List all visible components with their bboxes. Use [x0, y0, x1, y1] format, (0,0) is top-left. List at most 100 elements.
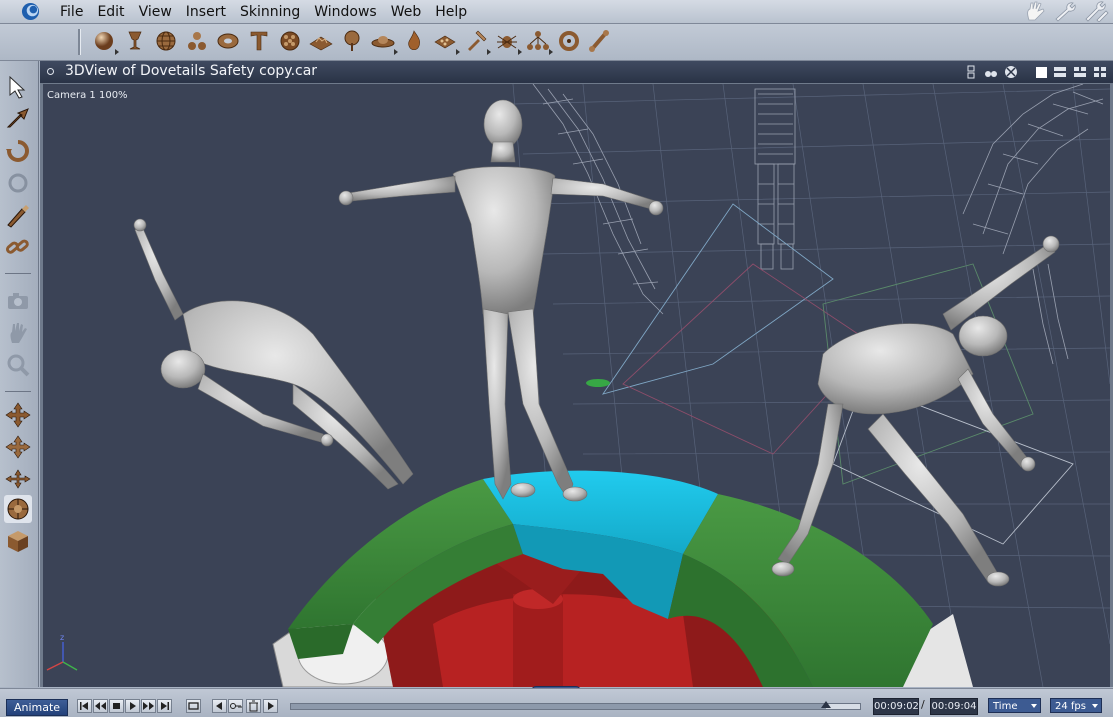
move-yz-icon[interactable]: [4, 465, 32, 493]
delete-key-button[interactable]: [246, 699, 261, 713]
layout-single-icon[interactable]: [1036, 66, 1047, 78]
select-arrow-icon[interactable]: [4, 73, 32, 101]
wireframe-figure-center: [754, 88, 796, 270]
menu-skinning[interactable]: Skinning: [233, 0, 307, 23]
prev-key-button[interactable]: [212, 699, 227, 713]
fire-icon[interactable]: [401, 28, 431, 56]
go-to-end-icon: [161, 702, 169, 710]
rewind-button[interactable]: [93, 699, 108, 713]
torus-icon[interactable]: [215, 28, 245, 56]
hierarchy-icon[interactable]: [525, 28, 555, 56]
view-controls: [964, 63, 1107, 81]
next-key-button[interactable]: [263, 699, 278, 713]
trackball-icon[interactable]: [4, 495, 32, 523]
axis-gizmo: z: [46, 633, 78, 671]
figure-left[interactable]: [133, 218, 414, 490]
fps-value: 24 fps: [1055, 701, 1086, 712]
stop-button[interactable]: [109, 699, 124, 713]
go-to-start-button[interactable]: [77, 699, 92, 713]
insert-toolbar: [0, 24, 1113, 61]
loop-icon: [188, 702, 199, 710]
window-menu-dot-icon[interactable]: [47, 68, 54, 75]
go-to-start-icon: [80, 702, 88, 710]
app-logo-icon[interactable]: [21, 2, 40, 21]
bones-icon[interactable]: [184, 28, 214, 56]
text-icon[interactable]: [246, 28, 276, 56]
toolbar-separator: [78, 29, 81, 55]
view-title-bar[interactable]: 3DView of Dovetails Safety copy.car: [40, 61, 1113, 83]
hand-pose-icon[interactable]: [1023, 0, 1049, 22]
tree-icon[interactable]: [339, 28, 369, 56]
menu-edit[interactable]: Edit: [90, 0, 131, 23]
gear-mechanism[interactable]: [272, 470, 973, 687]
bone-icon[interactable]: [587, 28, 617, 56]
time-mode-dropdown[interactable]: Time: [988, 698, 1041, 713]
menu-insert[interactable]: Insert: [179, 0, 233, 23]
next-key-icon: [268, 702, 274, 710]
play-icon: [130, 702, 136, 710]
ufo-icon[interactable]: [370, 28, 400, 56]
fast-forward-button[interactable]: [141, 699, 156, 713]
go-to-end-button[interactable]: [157, 699, 172, 713]
fps-dropdown[interactable]: 24 fps: [1050, 698, 1102, 713]
transform-arrow-icon[interactable]: [4, 105, 32, 133]
layout-three-icon[interactable]: [1073, 65, 1087, 79]
menu-view[interactable]: View: [132, 0, 179, 23]
layout-four-icon[interactable]: [1093, 65, 1107, 79]
menu-help[interactable]: Help: [428, 0, 474, 23]
render-settings-icon[interactable]: [1004, 65, 1018, 79]
edit-wrench-icon[interactable]: [1083, 0, 1109, 22]
gear-ball-icon[interactable]: [277, 28, 307, 56]
camera-list-icon[interactable]: [964, 65, 978, 79]
timeline-fill: [291, 704, 826, 709]
prev-key-icon: [216, 702, 222, 710]
rewind-icon: [95, 702, 106, 710]
chevron-down-icon: [1031, 704, 1037, 708]
time-mode-value: Time: [993, 701, 1018, 712]
move-xy-icon[interactable]: [4, 401, 32, 429]
zoom-icon[interactable]: [4, 351, 32, 379]
end-time-field[interactable]: 00:09:04: [930, 698, 978, 715]
trash-icon: [249, 700, 258, 712]
menu-windows[interactable]: Windows: [307, 0, 384, 23]
play-button[interactable]: [125, 699, 140, 713]
move-xz-icon[interactable]: [4, 433, 32, 461]
hammer-icon[interactable]: [463, 28, 493, 56]
paint-brush-icon[interactable]: [4, 201, 32, 229]
globe-icon[interactable]: [153, 28, 183, 56]
scale-icon[interactable]: [4, 169, 32, 197]
menu-web[interactable]: Web: [384, 0, 429, 23]
camera-label: Camera 1 100%: [47, 90, 128, 101]
top-right-tools: [1023, 0, 1113, 23]
box-bevel-icon[interactable]: [4, 527, 32, 555]
current-time-field[interactable]: 00:09:02: [873, 698, 919, 715]
sphere-icon[interactable]: [91, 28, 121, 56]
3d-viewport[interactable]: z Camera 1 100%: [43, 84, 1110, 687]
binoculars-icon[interactable]: [984, 65, 998, 79]
fast-forward-icon: [143, 702, 154, 710]
chevron-down-icon: [1092, 704, 1098, 708]
animate-button[interactable]: Animate: [6, 699, 68, 716]
camera-icon[interactable]: [4, 287, 32, 315]
menu-file[interactable]: File: [53, 0, 90, 23]
green-handle[interactable]: [586, 379, 610, 387]
insect-icon[interactable]: [494, 28, 524, 56]
timeline-slider[interactable]: [290, 701, 861, 710]
chain-icon[interactable]: [4, 233, 32, 261]
key-button[interactable]: [228, 699, 243, 713]
goblet-icon[interactable]: [122, 28, 152, 56]
hand-pan-icon[interactable]: [4, 319, 32, 347]
3d-scene[interactable]: z: [43, 84, 1110, 687]
menu-items: File Edit View Insert Skinning Windows W…: [53, 0, 474, 23]
timeline-knob[interactable]: [820, 701, 831, 708]
3d-view-window: 3DView of Dovetails Safety copy.car z Ca…: [40, 61, 1113, 687]
wrench-icon[interactable]: [1053, 0, 1079, 22]
loop-button[interactable]: [186, 699, 201, 713]
rotate-icon[interactable]: [4, 137, 32, 165]
particles-icon[interactable]: [432, 28, 462, 56]
terrain-icon[interactable]: [308, 28, 338, 56]
layout-two-rows-icon[interactable]: [1053, 65, 1067, 79]
stop-icon: [113, 703, 120, 709]
view-title: 3DView of Dovetails Safety copy.car: [65, 63, 318, 79]
ring-icon[interactable]: [556, 28, 586, 56]
